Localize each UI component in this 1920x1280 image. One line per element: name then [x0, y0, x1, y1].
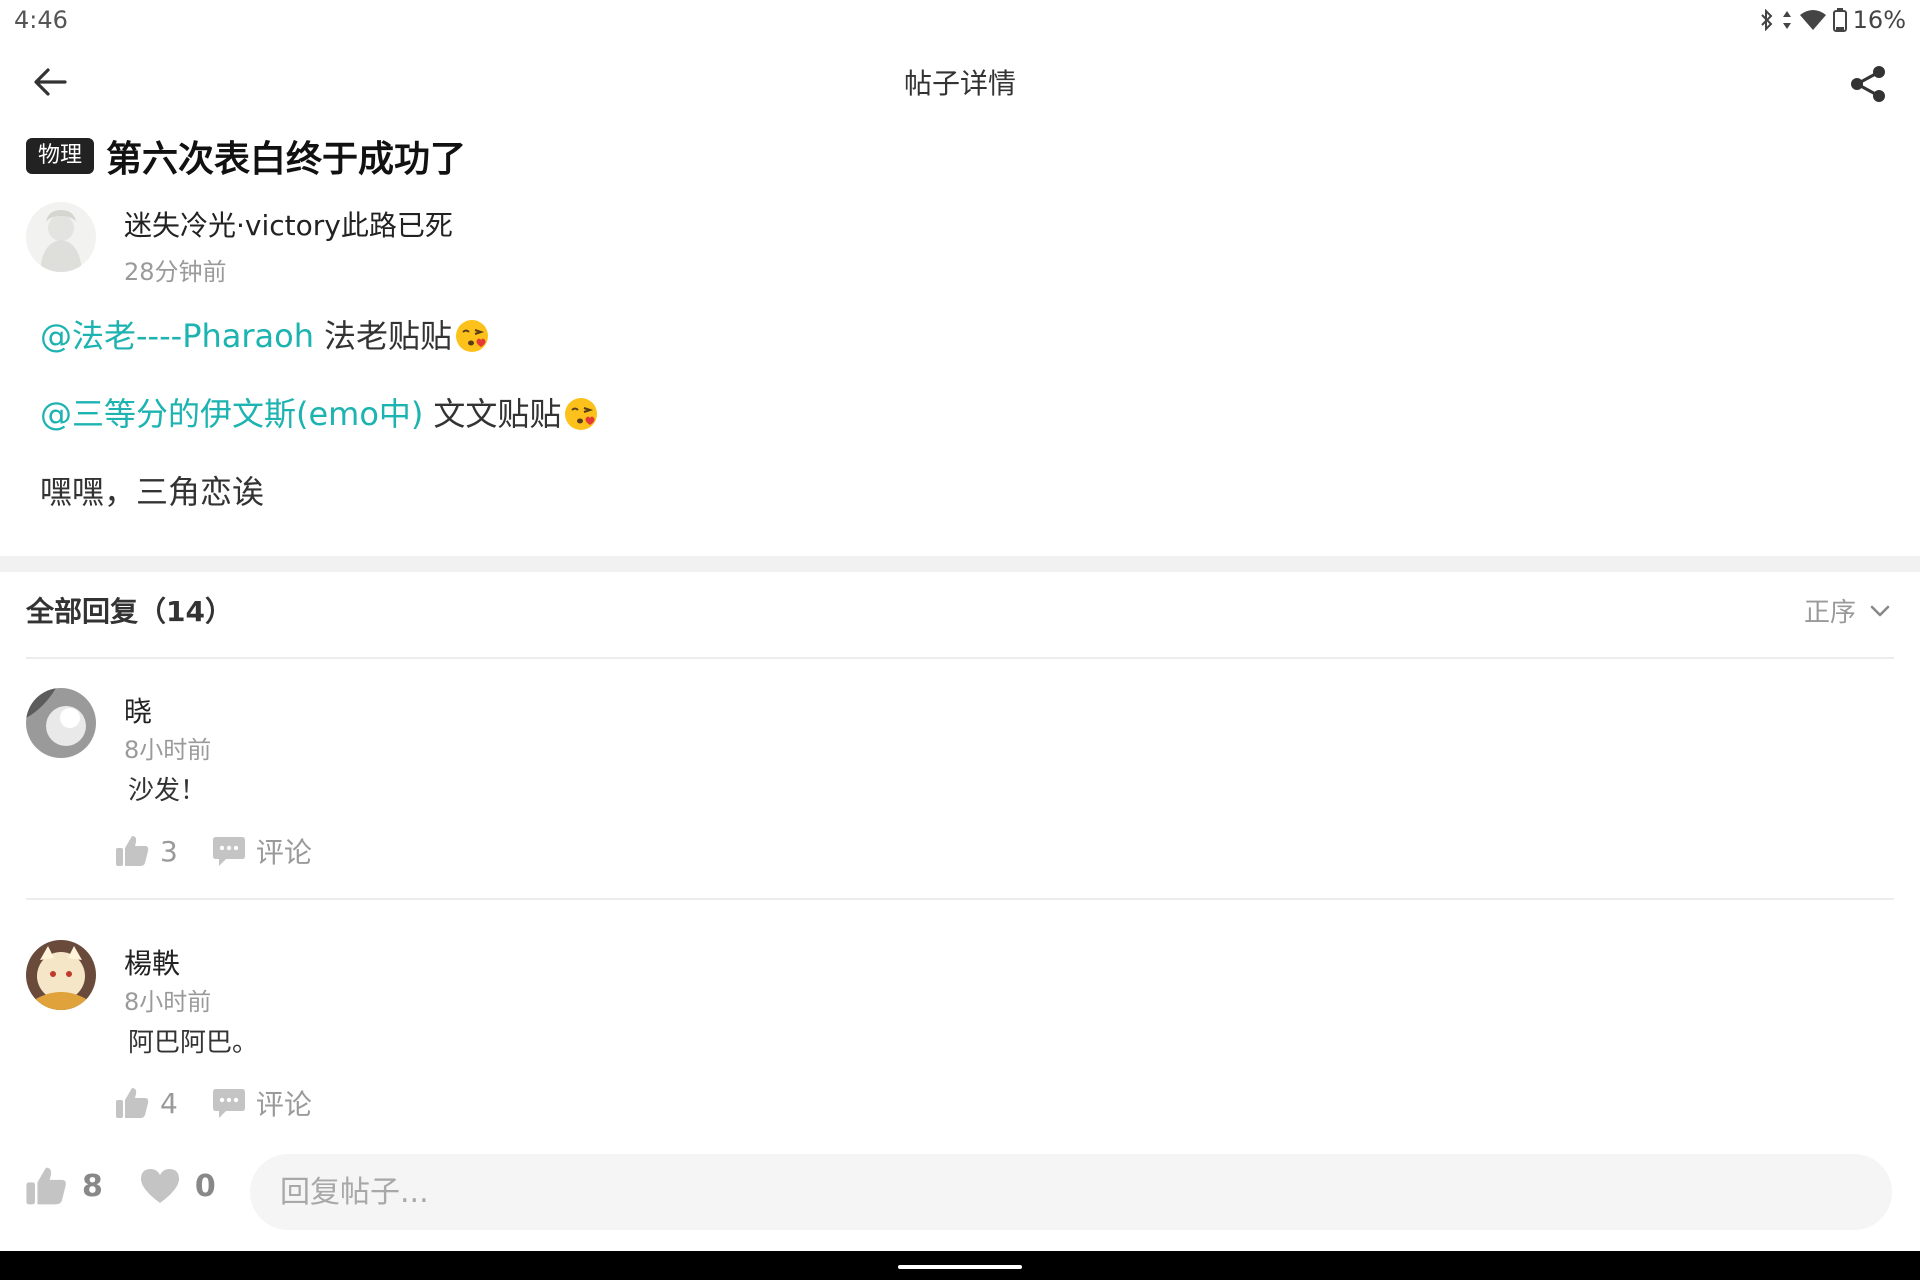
reply-item [26, 940, 96, 1010]
reply-content: 阿巴阿巴。 [128, 1028, 259, 1058]
like-count: 4 [160, 1086, 178, 1120]
comment-icon[interactable] [212, 1086, 246, 1120]
reply-actions: 4 评论 [114, 1083, 312, 1123]
post-line: @法老----Pharaoh 法老贴贴 [40, 316, 1840, 356]
comment-icon[interactable] [212, 834, 246, 868]
post-header: 物理 第六次表白终于成功了 [26, 130, 466, 182]
mention-link[interactable]: @法老----Pharaoh [40, 316, 314, 356]
chevron-down-icon [1870, 605, 1890, 616]
author-avatar[interactable] [26, 202, 96, 272]
divider [26, 898, 1894, 900]
status-time: 4:46 [14, 6, 68, 34]
mention-link[interactable]: @三等分的伊文斯(emo中) [40, 394, 423, 434]
post-line: 嘿嘿，三角恋诶 [40, 472, 1840, 512]
section-divider [0, 556, 1920, 572]
kissing-heart-emoji [456, 320, 489, 352]
reply-input[interactable] [250, 1154, 1892, 1230]
share-button[interactable] [1842, 58, 1894, 110]
page-title: 帖子详情 [903, 67, 1016, 100]
post-like-count: 8 [82, 1168, 103, 1204]
post-favorite-count: 0 [194, 1168, 216, 1204]
post-body: @法老----Pharaoh 法老贴贴 @三等分的伊文斯(emo中) 文文贴贴 … [40, 316, 1840, 550]
thumb-up-icon[interactable] [114, 1085, 150, 1121]
thumb-up-icon[interactable] [24, 1164, 68, 1208]
replies-title: 全部回复（14） [26, 595, 233, 628]
post-line-text: 嘿嘿，三角恋诶 [40, 473, 265, 511]
kissing-heart-emoji [565, 398, 598, 430]
data-arrows-icon [1782, 11, 1791, 29]
post-title: 第六次表白终于成功了 [106, 139, 467, 180]
bottom-actions: 8 0 [24, 1164, 216, 1208]
sort-label: 正序 [1803, 598, 1856, 628]
post-line-text: 法老贴贴 [324, 317, 453, 355]
home-indicator[interactable] [898, 1265, 1022, 1269]
post-line: @三等分的伊文斯(emo中) 文文贴贴 [40, 394, 1840, 434]
share-icon [1851, 66, 1885, 102]
reply-time: 8小时前 [124, 736, 212, 764]
like-count: 3 [160, 834, 178, 868]
status-icons: 16% [1759, 6, 1906, 34]
reply-actions: 3 评论 [114, 831, 312, 871]
comment-button[interactable]: 评论 [256, 1083, 312, 1123]
post-tag[interactable]: 物理 [26, 137, 95, 175]
post-author[interactable]: 迷失冷光·victory此路已死 28分钟前 [26, 202, 453, 287]
reply-avatar[interactable] [26, 688, 96, 758]
sort-dropdown[interactable]: 正序 [1804, 592, 1890, 629]
reply-item [26, 688, 96, 758]
comment-button[interactable]: 评论 [256, 831, 312, 871]
reply-content: 沙发！ [128, 776, 207, 806]
thumb-up-icon[interactable] [114, 833, 150, 869]
post-line-text: 文文贴贴 [433, 395, 562, 433]
post-time: 28分钟前 [124, 258, 227, 286]
battery-icon [1832, 8, 1847, 32]
reply-author[interactable]: 楊軼 [124, 942, 180, 982]
reply-author[interactable]: 晓 [124, 690, 152, 730]
reply-avatar[interactable] [26, 940, 96, 1010]
author-name[interactable]: 迷失冷光·victory此路已死 [124, 204, 453, 244]
reply-time: 8小时前 [124, 988, 212, 1016]
battery-percent: 16% [1852, 6, 1906, 34]
wifi-icon [1799, 10, 1826, 30]
bluetooth-icon [1760, 9, 1773, 31]
divider [26, 657, 1894, 659]
heart-icon[interactable] [139, 1167, 181, 1205]
